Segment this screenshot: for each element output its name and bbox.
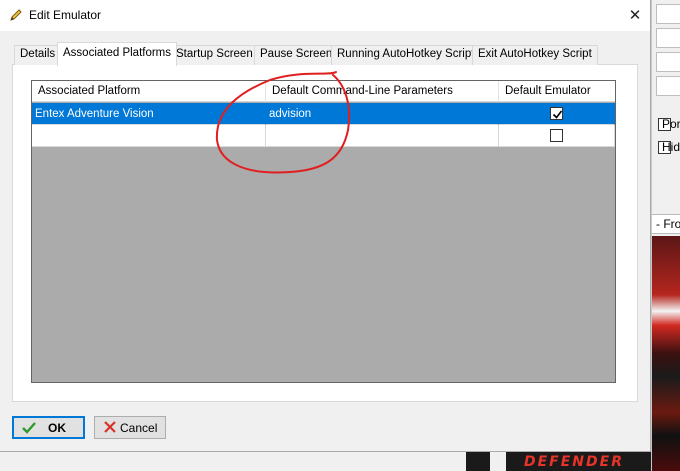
background-game-artwork (652, 236, 680, 471)
background-game-banner: DEFENDER (466, 452, 651, 471)
ok-label: OK (48, 421, 66, 435)
cancel-label: Cancel (120, 421, 158, 435)
default-emulator-checkbox[interactable] (550, 107, 563, 120)
edit-emulator-dialog: Edit Emulator ✕ Details Associated Platf… (0, 0, 651, 452)
default-emulator-cell[interactable] (499, 103, 615, 125)
background-text-field[interactable] (656, 52, 680, 72)
checkmark-icon (552, 110, 563, 119)
background-text-field[interactable] (656, 28, 680, 48)
background-checkbox-label: Hide (662, 140, 680, 154)
background-checkbox-label: Port (662, 117, 680, 131)
tab-associated-platforms[interactable]: Associated Platforms (57, 42, 178, 66)
background-text-field[interactable] (656, 4, 680, 24)
window-title: Edit Emulator (29, 8, 102, 22)
table-row[interactable] (32, 125, 615, 147)
tab-running-autohotkey-script[interactable]: Running AutoHotkey Script (331, 45, 481, 65)
tab-exit-autohotkey-script[interactable]: Exit AutoHotkey Script (472, 45, 598, 65)
close-icon: ✕ (628, 7, 642, 24)
default-emulator-checkbox[interactable] (550, 129, 563, 142)
ok-button[interactable]: OK (12, 416, 85, 439)
checkmark-icon (22, 422, 36, 434)
column-header-default-emulator[interactable]: Default Emulator (499, 81, 615, 102)
grid-header: Associated Platform Default Command-Line… (32, 81, 615, 102)
parameters-cell[interactable] (266, 125, 499, 147)
close-button[interactable]: ✕ (620, 3, 650, 27)
platforms-grid[interactable]: Associated Platform Default Command-Line… (31, 80, 616, 383)
parameters-cell[interactable]: advision (266, 103, 499, 125)
column-header-parameters[interactable]: Default Command-Line Parameters (266, 81, 499, 102)
table-row[interactable]: Entex Adventure Vision advision (32, 103, 615, 125)
x-icon (104, 421, 116, 433)
tab-details[interactable]: Details (14, 45, 62, 65)
platform-cell[interactable] (32, 125, 266, 147)
default-emulator-cell[interactable] (499, 125, 615, 147)
banner-text: DEFENDER (524, 454, 624, 470)
background-dropdown[interactable]: - Fron (652, 214, 680, 234)
tab-pause-screen[interactable]: Pause Screen (254, 45, 339, 65)
pencil-icon (10, 9, 22, 21)
background-text-field[interactable] (656, 76, 680, 96)
platform-cell[interactable]: Entex Adventure Vision (32, 103, 266, 125)
column-header-platform[interactable]: Associated Platform (32, 81, 266, 102)
title-bar[interactable]: Edit Emulator ✕ (0, 0, 650, 31)
background-app-panel: Port Hide - Fron (651, 0, 680, 471)
tab-startup-screen[interactable]: Startup Screen (170, 45, 259, 65)
cancel-button[interactable]: Cancel (94, 416, 166, 439)
